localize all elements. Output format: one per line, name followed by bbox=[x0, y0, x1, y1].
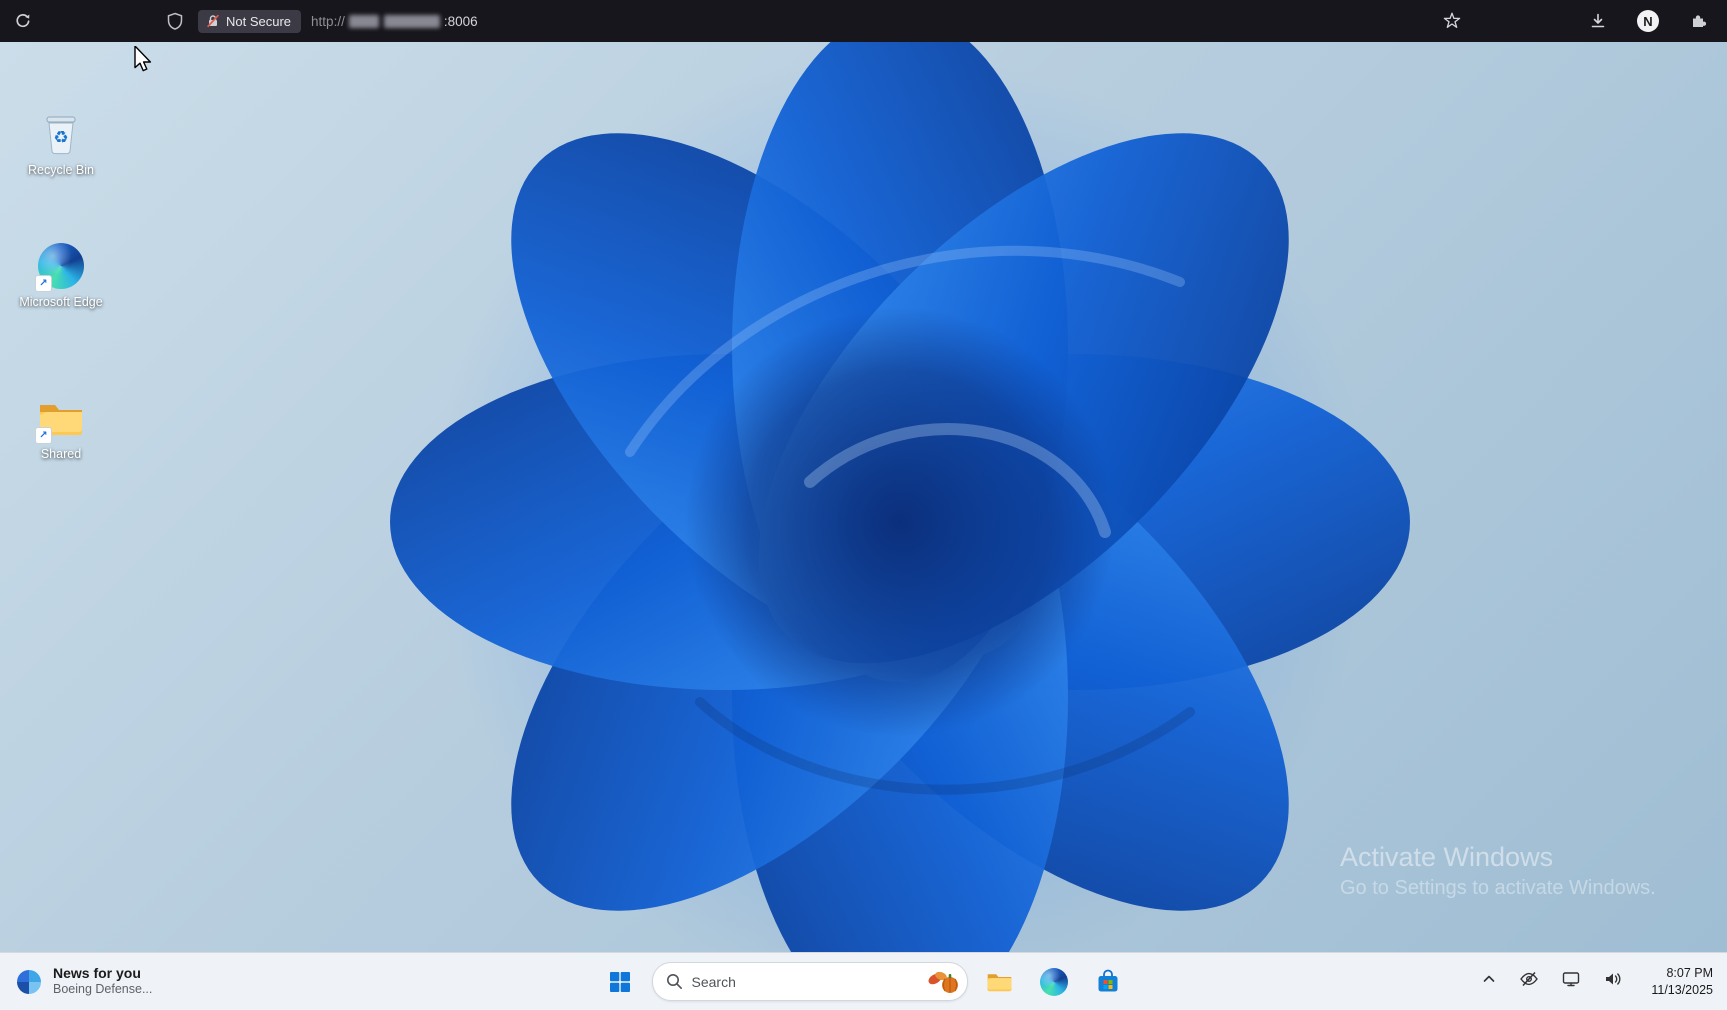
desktop-icon-shared-folder[interactable]: ↗ Shared bbox=[12, 394, 110, 462]
desktop-icon-recycle-bin[interactable]: ♻ Recycle Bin bbox=[12, 110, 110, 178]
clock-date: 11/13/2025 bbox=[1651, 982, 1713, 997]
url-scheme: http:// bbox=[311, 13, 345, 29]
recycle-bin-icon: ♻ bbox=[46, 116, 76, 155]
shield-icon bbox=[167, 12, 183, 30]
chevron-up-icon bbox=[1484, 975, 1495, 982]
edge-taskbar-button[interactable] bbox=[1032, 960, 1076, 1004]
windows-taskbar: News for you Boeing Defense... Search 8:… bbox=[0, 952, 1727, 1010]
search-placeholder: Search bbox=[691, 973, 736, 990]
taskbar-system-tray: 8:07 PM 11/13/2025 bbox=[1481, 953, 1727, 1010]
taskbar-clock[interactable]: 8:07 PM 11/13/2025 bbox=[1651, 965, 1713, 998]
search-icon bbox=[666, 974, 682, 989]
browser-toolbar: Not Secure http:// :8006 N bbox=[0, 0, 1727, 42]
security-chip[interactable]: Not Secure bbox=[198, 9, 302, 33]
toolbar-right-cluster: N bbox=[1437, 6, 1727, 36]
widgets-icon bbox=[17, 969, 41, 994]
monitor-icon bbox=[1563, 972, 1580, 987]
redacted-block bbox=[383, 14, 440, 28]
desktop-icon-microsoft-edge[interactable]: ↗ Microsoft Edge bbox=[12, 242, 110, 310]
screen: Not Secure http:// :8006 N ♻ Recycle Bin… bbox=[0, 0, 1727, 1010]
extensions-button[interactable] bbox=[1683, 6, 1713, 36]
url-display[interactable]: http:// :8006 bbox=[311, 14, 478, 29]
taskbar-center-group: Search bbox=[598, 953, 1130, 1010]
download-icon bbox=[1591, 13, 1605, 28]
seasonal-autumn-icon bbox=[928, 971, 958, 993]
windows-logo-icon bbox=[609, 971, 630, 992]
mouse-cursor bbox=[134, 46, 152, 72]
edge-icon bbox=[1039, 967, 1068, 996]
widget-headline-subtitle: Boeing Defense... bbox=[53, 982, 153, 997]
widgets-button[interactable]: News for you Boeing Defense... bbox=[0, 953, 166, 1010]
widget-headline-title: News for you bbox=[53, 964, 141, 981]
reload-icon bbox=[16, 14, 30, 28]
taskbar-search-box[interactable]: Search bbox=[651, 962, 968, 1001]
security-chip-label: Not Secure bbox=[226, 13, 292, 29]
reload-button[interactable] bbox=[8, 6, 38, 36]
redacted-block bbox=[348, 14, 379, 28]
shortcut-arrow-overlay: ↗ bbox=[35, 275, 52, 292]
star-icon bbox=[1443, 12, 1461, 28]
file-explorer-icon bbox=[987, 974, 1012, 992]
shortcut-arrow-overlay: ↗ bbox=[35, 427, 52, 444]
microsoft-store-icon bbox=[1098, 969, 1117, 991]
remote-desktop-viewport[interactable]: ♻ Recycle Bin ↗ Microsoft Edge ↗ Shared bbox=[0, 42, 1727, 953]
eye-slash-icon bbox=[1520, 971, 1539, 987]
tray-volume-button[interactable] bbox=[1603, 969, 1623, 994]
bookmark-button[interactable] bbox=[1437, 6, 1467, 36]
tray-privacy-button[interactable] bbox=[1519, 969, 1539, 994]
tracking-shield-icon[interactable] bbox=[160, 6, 190, 36]
start-button[interactable] bbox=[598, 960, 642, 1004]
tray-display-button[interactable] bbox=[1561, 969, 1581, 994]
account-button[interactable]: N bbox=[1633, 6, 1663, 36]
account-avatar: N bbox=[1637, 10, 1659, 32]
desktop-icon-label: Microsoft Edge bbox=[19, 295, 103, 309]
microsoft-store-button[interactable] bbox=[1086, 960, 1130, 1004]
broken-lock-icon bbox=[206, 14, 220, 28]
url-redacted-host bbox=[348, 14, 440, 28]
desktop-icon-label: Shared bbox=[40, 447, 82, 461]
desktop-icon-label: Recycle Bin bbox=[28, 163, 94, 177]
svg-text:♻: ♻ bbox=[53, 128, 68, 148]
tray-chevron-button[interactable] bbox=[1481, 971, 1497, 992]
wallpaper-bloom bbox=[390, 42, 1410, 953]
speaker-icon bbox=[1606, 973, 1621, 985]
url-port: :8006 bbox=[443, 13, 478, 29]
puzzle-icon bbox=[1693, 15, 1707, 27]
downloads-button[interactable] bbox=[1583, 6, 1613, 36]
file-explorer-button[interactable] bbox=[978, 960, 1022, 1004]
clock-time: 8:07 PM bbox=[1666, 966, 1713, 981]
